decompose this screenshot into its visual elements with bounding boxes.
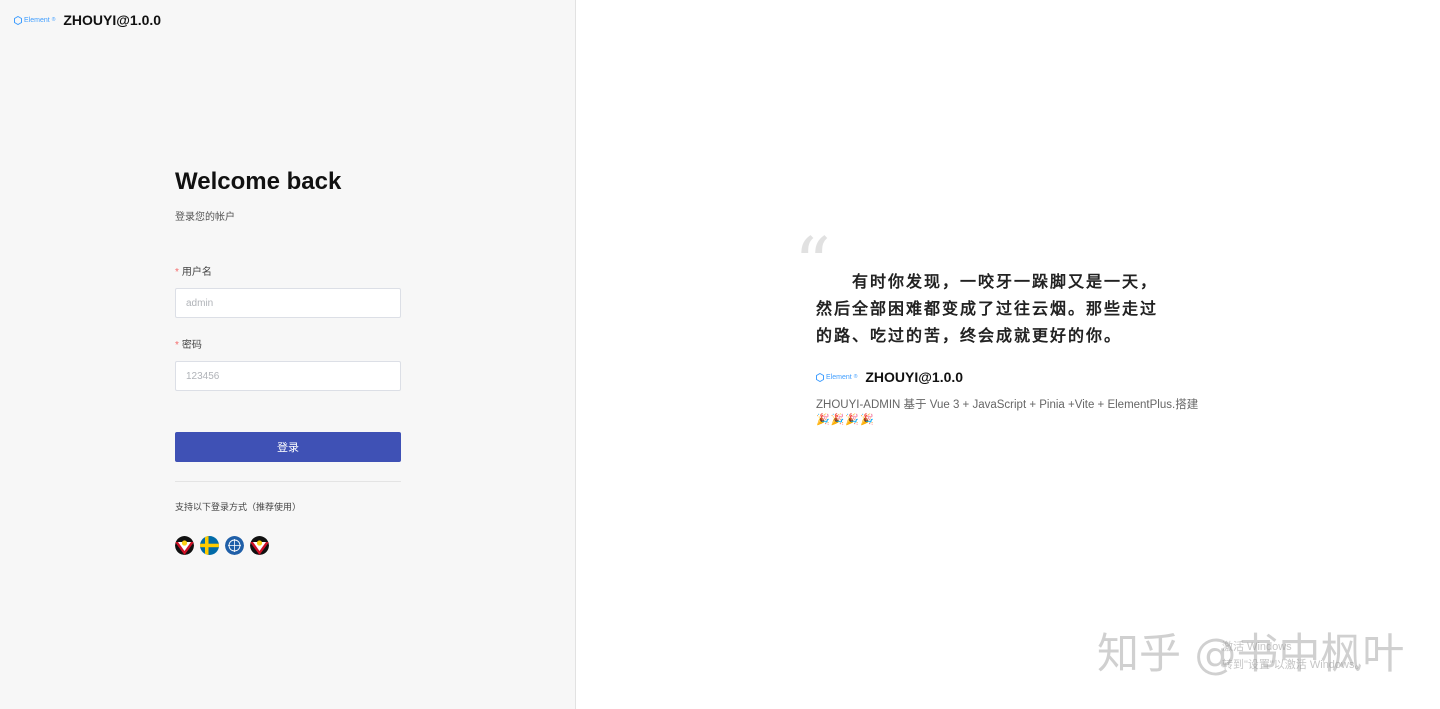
brand-title: ZHOUYI@1.0.0 [63,12,162,28]
element-logo: Element ® [14,15,55,25]
windows-activation-notice: 激活 Windows 转到"设置"以激活 Windows。 [1222,638,1366,674]
social-login-list [175,536,401,555]
social-login-icon-2[interactable] [200,536,219,555]
username-label: * 用户名 [175,263,401,278]
alt-login-text: 支持以下登录方式（推荐使用） [175,502,302,512]
password-label-text: 密码 [181,340,202,351]
social-login-icon-4[interactable] [250,536,269,555]
username-input[interactable] [175,288,401,318]
activation-line-2: 转到"设置"以激活 Windows。 [1222,659,1366,671]
promo-brand: Element ® ZHOUYI@1.0.0 [816,369,963,385]
quote-line: 有时你发现，一咬牙一跺脚又是一天， [852,272,1159,291]
login-subtitle: 登录您的帐户 [175,212,235,223]
hexagon-icon [14,15,22,25]
required-mark: * [175,340,179,351]
promo-panel: “ 有时你发现，一咬牙一跺脚又是一天， 然后全部困难都变成了过往云烟。那些走过 … [576,0,1440,709]
element-logo: Element ® [816,372,857,382]
quote-line: 的路、吃过的苦，终会成就更好的你。 [816,326,1123,345]
party-popper-icons: 🎉🎉🎉🎉 [816,414,875,426]
divider [175,481,401,482]
social-login-icon-3[interactable] [225,536,244,555]
logo-text: Element [24,16,50,24]
password-label: * 密码 [175,336,401,351]
username-label-text: 用户名 [181,267,212,278]
hexagon-icon [816,372,824,382]
quote-text: 有时你发现，一咬牙一跺脚又是一天， 然后全部困难都变成了过往云烟。那些走过 的路… [816,268,1196,349]
login-form: Welcome back 登录您的帐户 *用户名 *密码 登录 支持以下登录方式… [175,168,401,555]
password-input[interactable] [175,361,401,391]
social-login-icon-1[interactable] [175,536,194,555]
promo-title: ZHOUYI@1.0.0 [865,369,964,385]
logo-text: Element [826,373,852,381]
required-mark: * [175,267,179,278]
activation-line-1: 激活 Windows [1222,641,1292,653]
promo-description: ZHOUYI-ADMIN 基于 Vue 3 + JavaScript + Pin… [816,399,1199,411]
quote-line: 然后全部困难都变成了过往云烟。那些走过 [816,299,1159,318]
brand-header: Element ® ZHOUYI@1.0.0 [14,12,161,28]
login-panel: Element ® ZHOUYI@1.0.0 Welcome back 登录您的帐… [0,0,576,709]
welcome-heading: Welcome back [175,168,342,195]
login-button[interactable]: 登录 [175,432,401,462]
